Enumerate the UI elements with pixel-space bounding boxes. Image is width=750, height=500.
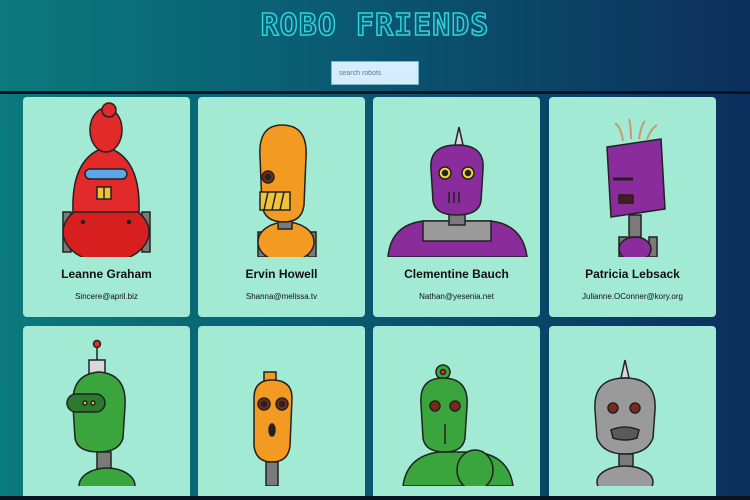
robot-email: Julianne.OConner@kory.org	[582, 292, 683, 301]
bottom-edge	[0, 496, 750, 500]
robot-card[interactable]: Clementine Bauch Nathan@yesenia.net	[373, 97, 540, 317]
robot-card-list: Leanne Graham Sincere@april.biz Ervin Ho…	[0, 0, 750, 500]
robot-image	[66, 339, 136, 486]
robot-email: Shanna@melissa.tv	[245, 292, 318, 301]
robot-card[interactable]: Leanne Graham Sincere@april.biz	[23, 97, 190, 317]
robot-image	[387, 126, 528, 257]
robot-card[interactable]	[549, 326, 716, 500]
robot-card[interactable]: Ervin Howell Shanna@melissa.tv	[198, 97, 365, 317]
robot-image	[253, 371, 293, 486]
robot-card[interactable]: Patricia Lebsack Julianne.OConner@kory.o…	[549, 97, 716, 317]
robot-image	[62, 102, 151, 257]
robot-image	[594, 359, 656, 486]
robot-image	[402, 364, 514, 486]
robot-card[interactable]	[198, 326, 365, 500]
robot-name: Ervin Howell	[245, 267, 318, 281]
robot-card[interactable]	[373, 326, 540, 500]
robot-email: Nathan@yesenia.net	[419, 292, 494, 301]
robot-name: Patricia Lebsack	[585, 267, 680, 281]
robot-email: Sincere@april.biz	[75, 292, 138, 301]
robot-name: Clementine Bauch	[404, 267, 509, 281]
robot-name: Leanne Graham	[61, 267, 152, 281]
robot-card[interactable]	[23, 326, 190, 500]
robot-image	[257, 124, 317, 257]
robot-image	[606, 118, 666, 257]
